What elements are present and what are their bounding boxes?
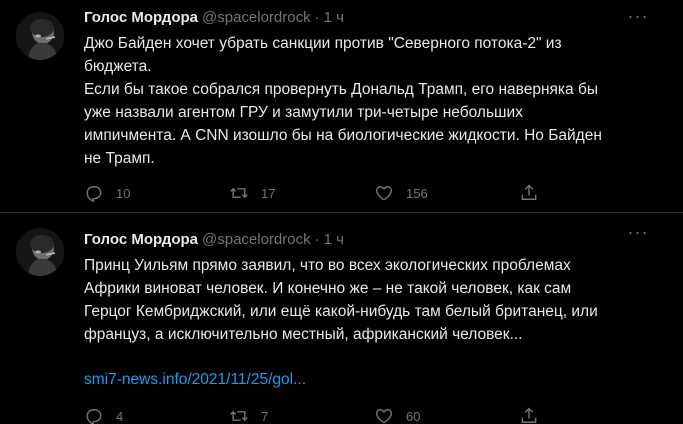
like-count: 60 bbox=[406, 408, 421, 424]
retweet-count: 17 bbox=[261, 185, 276, 201]
author-handle[interactable]: @spacelordrock bbox=[202, 230, 311, 250]
like-button[interactable]: 156 bbox=[374, 183, 519, 203]
retweet-button[interactable]: 7 bbox=[229, 406, 374, 424]
tweet[interactable]: Голос Мордора @spacelordrock · 1 ч Джо Б… bbox=[0, 0, 683, 213]
author-name[interactable]: Голос Мордора bbox=[84, 8, 198, 28]
timeline-feed: Голос Мордора @spacelordrock · 1 ч Джо Б… bbox=[0, 0, 683, 424]
like-icon bbox=[376, 186, 392, 201]
tweet-timestamp[interactable]: 1 ч bbox=[324, 8, 344, 28]
tweet-text: Джо Байден хочет убрать санкции против "… bbox=[84, 35, 602, 167]
tweet-link[interactable]: smi7-news.info/2021/11/25/gol... bbox=[84, 368, 624, 391]
tweet-header: Голос Мордора @spacelordrock · 1 ч bbox=[84, 230, 624, 250]
retweet-button[interactable]: 17 bbox=[229, 183, 374, 203]
more-options-button[interactable]: ··· bbox=[621, 223, 655, 246]
author-handle[interactable]: @spacelordrock bbox=[202, 8, 311, 28]
share-button[interactable] bbox=[519, 406, 559, 424]
share-button[interactable] bbox=[519, 183, 559, 203]
separator-dot: · bbox=[314, 9, 320, 26]
like-icon bbox=[376, 409, 392, 424]
tweet-actions: 10 17 156 bbox=[84, 182, 624, 204]
more-options-button[interactable]: ··· bbox=[621, 7, 655, 30]
tweet-actions: 4 7 60 bbox=[84, 405, 624, 424]
retweet-count: 7 bbox=[261, 408, 269, 424]
retweet-icon bbox=[230, 410, 248, 422]
share-icon bbox=[521, 184, 537, 200]
reply-icon bbox=[86, 186, 102, 203]
reply-button[interactable]: 4 bbox=[84, 406, 229, 424]
reply-button[interactable]: 10 bbox=[84, 183, 229, 203]
tweet-timestamp[interactable]: 1 ч bbox=[324, 230, 344, 250]
like-count: 156 bbox=[406, 185, 428, 201]
tweet-text: Принц Уильям прямо заявил, что во всех э… bbox=[84, 257, 598, 343]
like-button[interactable]: 60 bbox=[374, 406, 519, 424]
author-name[interactable]: Голос Мордора bbox=[84, 230, 198, 250]
more-icon: ··· bbox=[627, 6, 649, 26]
more-icon: ··· bbox=[627, 222, 649, 242]
separator-dot: · bbox=[314, 231, 320, 248]
retweet-icon bbox=[230, 187, 248, 199]
reply-count: 4 bbox=[116, 408, 124, 424]
reply-icon bbox=[86, 409, 102, 424]
tweet[interactable]: Голос Мордора @spacelordrock · 1 ч Принц… bbox=[0, 213, 683, 424]
share-icon bbox=[521, 407, 537, 423]
tweet-header: Голос Мордора @spacelordrock · 1 ч bbox=[84, 8, 624, 28]
reply-count: 10 bbox=[116, 185, 131, 201]
